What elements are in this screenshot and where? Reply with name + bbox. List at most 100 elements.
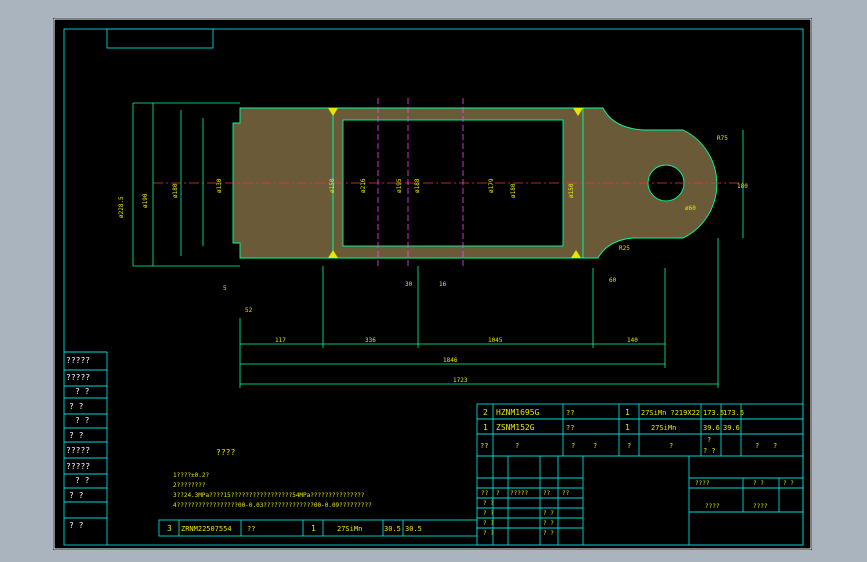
- dim-d3: ø180: [172, 183, 179, 198]
- dim-h1: 180: [737, 183, 748, 190]
- part-row2-w2: 39.6: [723, 424, 740, 432]
- tb-sig-4: ??: [562, 490, 570, 497]
- left-col-5: ? ?: [69, 431, 84, 440]
- bottom-part-material: 27SiMn: [337, 525, 362, 533]
- part-row1-code: HZNM1695G: [496, 408, 540, 417]
- tb-row-3: ? ?: [483, 530, 494, 537]
- header-1: ?: [515, 442, 519, 450]
- bottom-part-w2: 30.5: [405, 525, 422, 533]
- dim-d1: ø228.5: [118, 196, 125, 218]
- dim-a12: 60: [609, 277, 617, 284]
- tb-row-1: ? ?: [483, 510, 494, 517]
- left-col-6: ?????: [66, 446, 90, 455]
- note-3: 3??24.3MPa????15?????????????????54MPa??…: [173, 492, 365, 499]
- bottom-part-row: 3 ZRNM22507554 ?? 1 27SiMn 30.5 30.5: [158, 519, 478, 537]
- part-row2-material: 27SiMn: [651, 424, 676, 432]
- tb-sig-3: ??: [543, 490, 551, 497]
- tb-row-4: ? ?: [543, 510, 554, 517]
- tb-row-0: ? ?: [483, 500, 494, 507]
- dim-a9: 30: [405, 281, 413, 288]
- dim-d11: ø150: [568, 183, 575, 198]
- part-row1-w2: 173.5: [723, 409, 744, 417]
- corner-box: [106, 28, 214, 49]
- technical-notes: ???? 1????±0.2? 2???????? 3??24.3MPa????…: [173, 448, 372, 509]
- header-9: ?: [773, 442, 777, 450]
- dim-a3: 117: [275, 337, 286, 344]
- parts-table: 2 HZNM1695G ?? 1 27SiMn ?219X22 173.5 17…: [476, 403, 804, 457]
- bottom-part-code: ZRNM22507554: [181, 525, 232, 533]
- left-col-9: ? ?: [69, 491, 84, 500]
- part-row2-no: 1: [483, 423, 488, 432]
- header-5: ?: [669, 442, 673, 450]
- header-3: ?: [593, 442, 597, 450]
- header-6: ?: [707, 436, 711, 444]
- part-row2-qty: 1: [625, 423, 630, 432]
- dim-d5: ø150: [329, 178, 336, 193]
- left-col-1: ?????: [66, 373, 90, 382]
- note-4: 4?????????????????00-0.03??????????????0…: [173, 502, 372, 509]
- note-2: 2????????: [173, 482, 206, 489]
- dim-a1: 5: [223, 285, 227, 292]
- part-row1-qty: 1: [625, 408, 630, 417]
- header-4: ?: [627, 442, 631, 450]
- left-col-10: ? ?: [69, 521, 84, 530]
- header-2: ?: [571, 442, 575, 450]
- part-row1-no: 2: [483, 408, 488, 417]
- dim-a10: 16: [439, 281, 447, 288]
- dim-a8: 1723: [453, 377, 468, 384]
- left-col-3: ? ?: [69, 402, 84, 411]
- header-8: ?: [755, 442, 759, 450]
- dim-d6: ø216: [360, 178, 367, 193]
- dim-a2: 52: [245, 307, 253, 314]
- tb-row-2: ? ?: [483, 520, 494, 527]
- dim-d2: ø190: [142, 193, 149, 208]
- tb-right-4: ? ?: [783, 480, 794, 487]
- dim-d9: ø179: [488, 178, 495, 193]
- dim-d8: ø188: [414, 178, 421, 193]
- dim-a11: R25: [619, 245, 630, 252]
- tb-r2: ? ?: [543, 520, 554, 527]
- tb-right-1: ? ?: [753, 480, 764, 487]
- dim-r1: R75: [717, 135, 728, 142]
- title-block: ?? ? ????? ?? ?? ? ? ? ? ? ? ? ? ? ? ? ?…: [476, 455, 804, 546]
- bottom-part-qty: 1: [311, 524, 316, 533]
- part-row2-name: ??: [566, 424, 574, 432]
- left-col-4: ? ?: [75, 416, 90, 425]
- part-row1-material: 27SiMn ?219X22: [641, 409, 700, 417]
- bottom-part-name: ??: [247, 525, 255, 533]
- dim-d4: ø130: [216, 178, 223, 193]
- notes-title: ????: [216, 448, 235, 457]
- dim-a4: 336: [365, 337, 376, 344]
- dim-a7: 1846: [443, 357, 458, 364]
- inner-frame: [63, 28, 804, 546]
- part-drawing: ø228.5 ø190 ø180 ø130 ø150 ø216 ø195 ø18…: [118, 98, 748, 388]
- drawing-sheet: ????? ????? ? ? ? ? ? ? ? ? ????? ????? …: [53, 18, 812, 550]
- tb-sig-2: ?????: [510, 490, 528, 497]
- tb-right-6: ????: [753, 503, 768, 510]
- left-col-7: ?????: [66, 462, 90, 471]
- tb-sig-1: ?: [496, 490, 500, 497]
- part-row2-w1: 39.6: [703, 424, 720, 432]
- note-1: 1????±0.2?: [173, 472, 210, 479]
- bottom-part-w1: 30.5: [384, 525, 401, 533]
- tb-sig-0: ??: [481, 490, 489, 497]
- tb-r3: ? ?: [543, 530, 554, 537]
- left-col-8: ? ?: [75, 476, 90, 485]
- outer-frame: [53, 18, 812, 550]
- header-sub: ? ?: [703, 447, 716, 455]
- dim-d7: ø195: [396, 178, 403, 193]
- dim-d10: ø180: [510, 183, 517, 198]
- left-column-table: ????? ????? ? ? ? ? ? ? ? ? ????? ????? …: [64, 351, 108, 545]
- part-row2-code: ZSNM152G: [496, 423, 535, 432]
- dim-a6: 140: [627, 337, 638, 344]
- bottom-part-no: 3: [167, 524, 172, 533]
- dim-a5: 1045: [488, 337, 503, 344]
- part-row1-name: ??: [566, 409, 574, 417]
- header-0: ??: [480, 442, 488, 450]
- left-col-2: ? ?: [75, 387, 90, 396]
- part-row1-w1: 173.5: [703, 409, 724, 417]
- tb-right-5: ????: [705, 503, 720, 510]
- dim-r2: ø60: [685, 205, 696, 212]
- left-col-0: ?????: [66, 356, 90, 365]
- tb-right-0: ????: [695, 480, 710, 487]
